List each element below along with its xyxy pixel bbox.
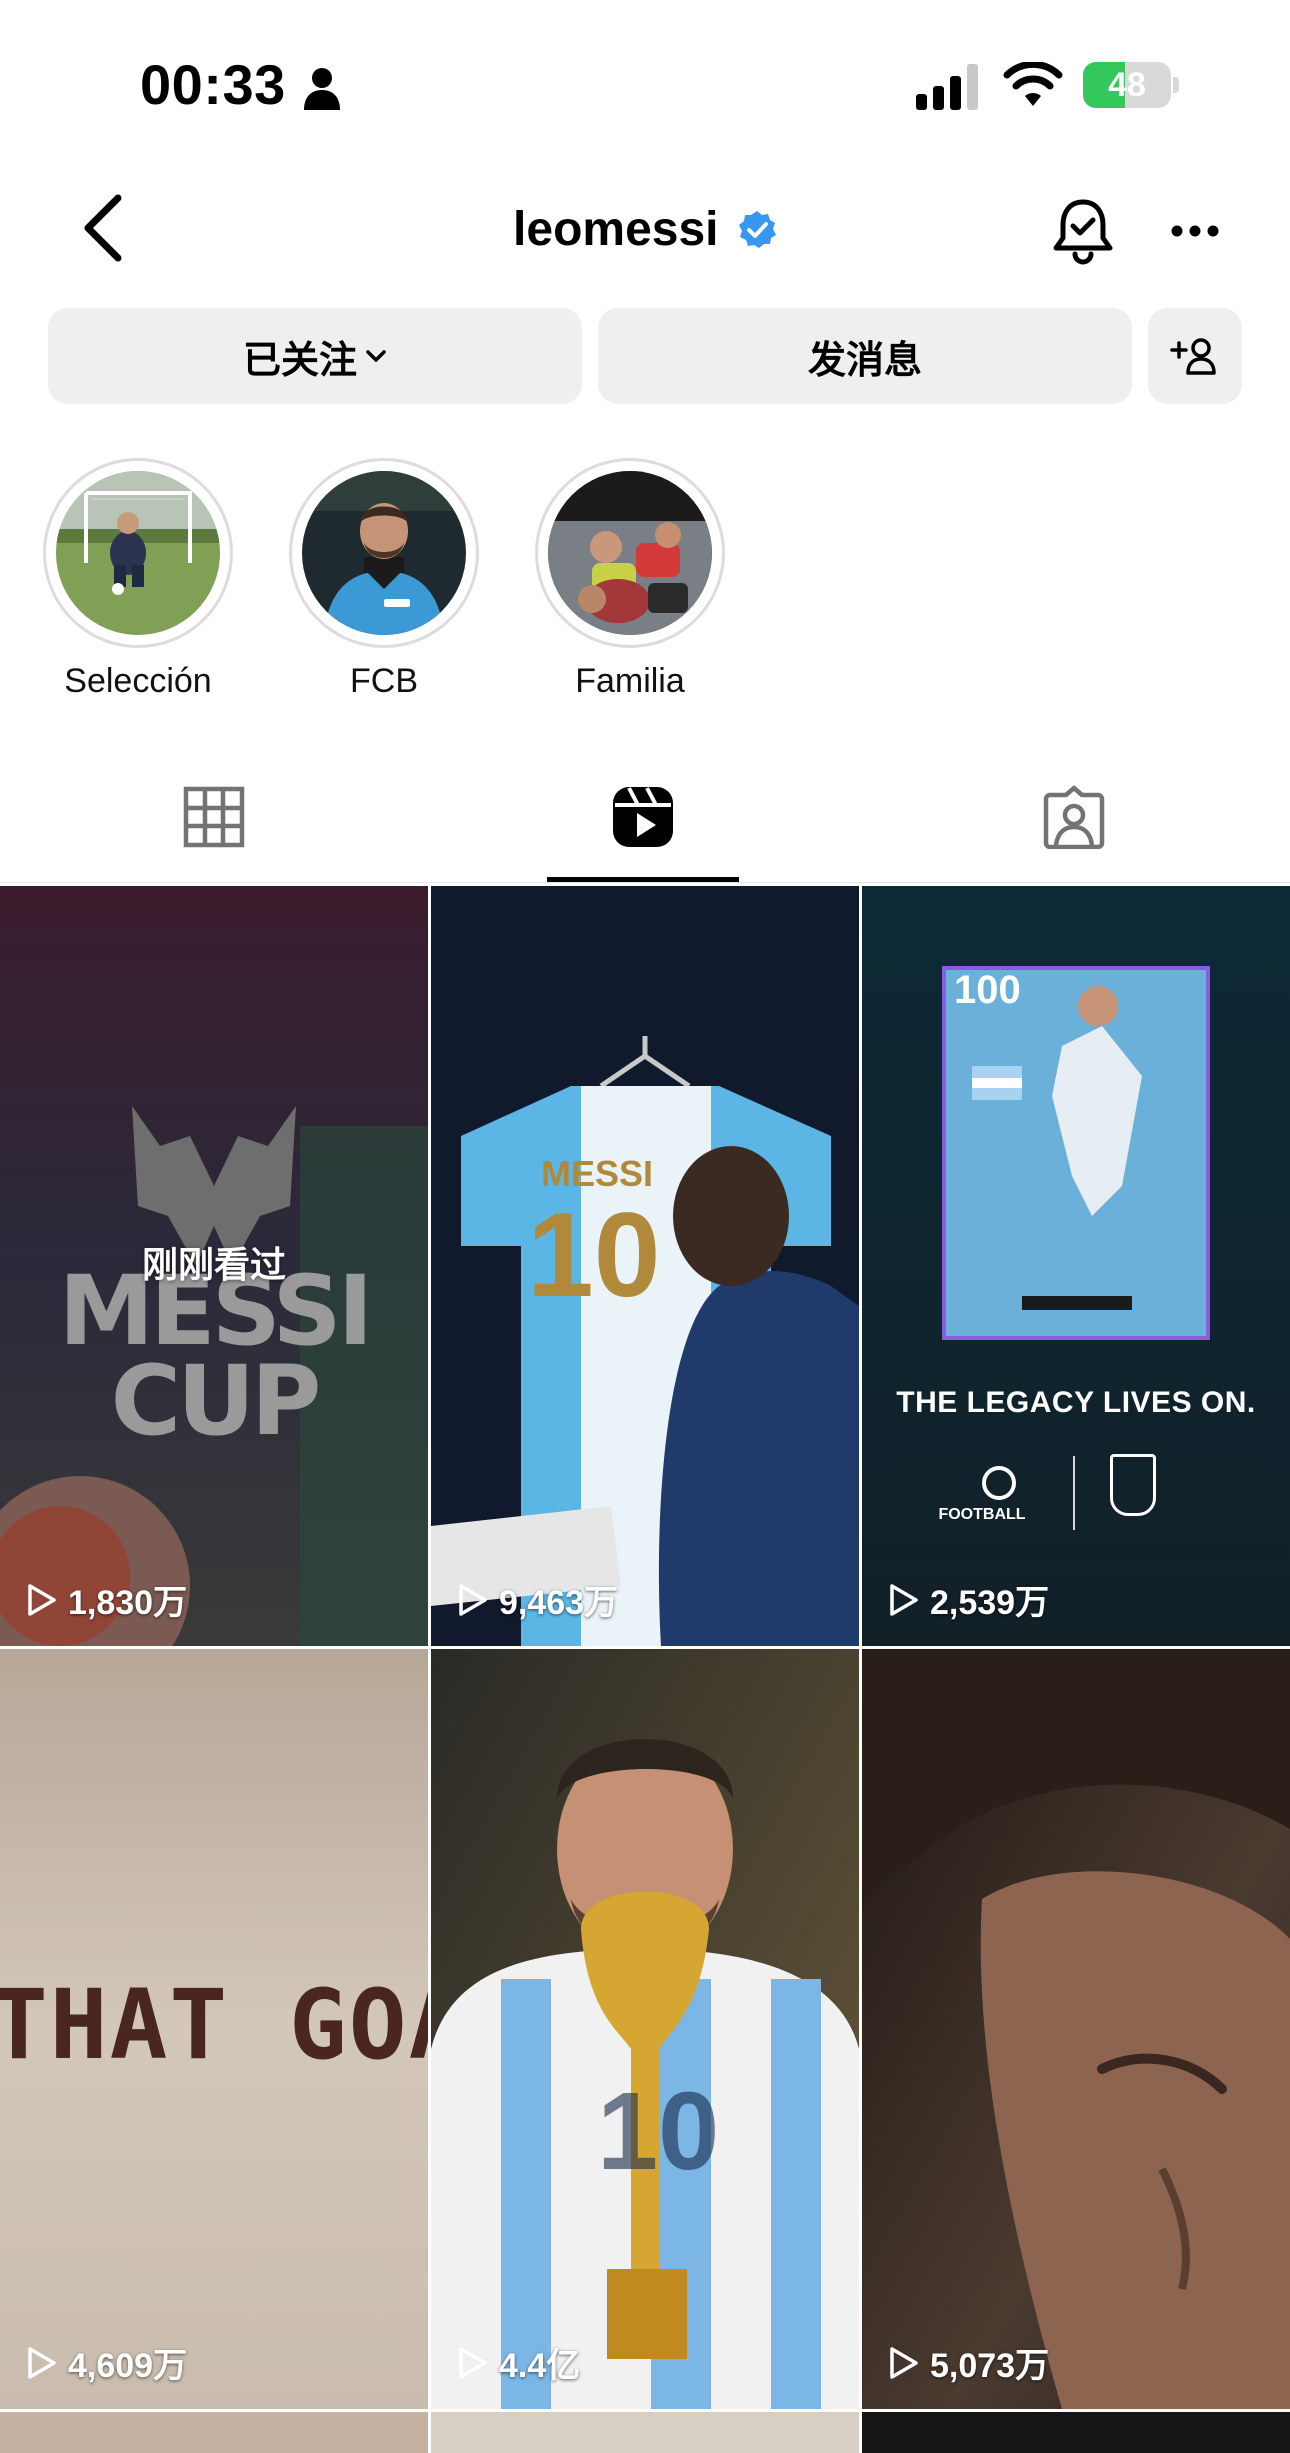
reel-tile[interactable]: 10 4.4亿 bbox=[431, 1649, 859, 2409]
reels-icon[interactable] bbox=[611, 785, 675, 849]
chevron-down-icon bbox=[366, 350, 386, 362]
reel-tile[interactable] bbox=[0, 2412, 428, 2453]
reel-thumbnail bbox=[862, 1649, 1290, 2409]
verified-badge-icon bbox=[738, 211, 776, 248]
highlight-cover-image bbox=[548, 471, 712, 635]
grid-icon[interactable] bbox=[182, 785, 246, 849]
suggest-people-button[interactable] bbox=[1148, 308, 1242, 404]
tagged-icon[interactable] bbox=[1042, 785, 1106, 849]
highlight-ring bbox=[43, 458, 233, 648]
view-count: 5,073万 bbox=[884, 2338, 1049, 2387]
battery-icon: 48 bbox=[1083, 62, 1179, 108]
view-count-text: 5,073万 bbox=[930, 2347, 1050, 2385]
view-count: 1,830万 bbox=[22, 1575, 187, 1624]
status-time: 00:33 bbox=[140, 53, 286, 116]
highlight-cover-image bbox=[56, 471, 220, 635]
efootball-logo-icon bbox=[982, 1466, 1016, 1500]
highlight-label: FCB bbox=[350, 662, 418, 700]
play-icon bbox=[890, 1583, 918, 1616]
message-button[interactable]: 发消息 bbox=[598, 308, 1132, 404]
reel-thumbnail: 10 MESSI bbox=[431, 886, 859, 1646]
reel-tile[interactable] bbox=[431, 2412, 859, 2453]
message-label: 发消息 bbox=[807, 339, 922, 382]
bell-icon[interactable] bbox=[1050, 196, 1116, 266]
play-icon bbox=[28, 2346, 56, 2379]
username: leomessi bbox=[513, 203, 719, 256]
highlight-ring bbox=[289, 458, 479, 648]
play-icon bbox=[28, 1583, 56, 1616]
reel-tile[interactable]: 5,073万 bbox=[862, 1649, 1290, 2409]
brand-label: FOOTBALL bbox=[938, 1506, 1026, 1523]
afa-crest-icon bbox=[1110, 1454, 1156, 1516]
reel-thumbnail: 10 bbox=[431, 1649, 859, 2409]
reel-tile[interactable] bbox=[862, 2412, 1290, 2453]
svg-text:10: 10 bbox=[597, 2070, 719, 2193]
highlight-familia[interactable]: Familia bbox=[535, 458, 725, 701]
more-icon[interactable] bbox=[1170, 224, 1220, 238]
view-count: 4.4亿 bbox=[453, 2338, 580, 2387]
view-count: 2,539万 bbox=[884, 1575, 1049, 1624]
reel-tile[interactable]: 100 THE LEGACY LIVES ON. FOOTBALL 2,539万 bbox=[862, 886, 1290, 1646]
reel-thumbnail bbox=[862, 886, 1290, 1646]
play-icon bbox=[890, 2346, 918, 2379]
highlight-fcb[interactable]: FCB bbox=[289, 458, 479, 701]
view-count: 4,609万 bbox=[22, 2338, 187, 2387]
highlight-ring bbox=[535, 458, 725, 648]
reel-tile[interactable]: THAT GOAL 4,609万 bbox=[0, 1649, 428, 2409]
view-count-text: 4.4亿 bbox=[499, 2347, 581, 2385]
divider bbox=[1073, 1456, 1075, 1530]
play-icon bbox=[459, 1583, 487, 1616]
add-person-icon bbox=[1170, 338, 1216, 375]
tab-divider bbox=[0, 882, 1290, 883]
status-bar: 00:33 48 bbox=[0, 0, 1290, 170]
card-number: 100 bbox=[954, 968, 1021, 1012]
following-button[interactable]: 已关注 bbox=[48, 308, 582, 404]
play-icon bbox=[459, 2346, 487, 2379]
svg-text:MESSI: MESSI bbox=[541, 1153, 653, 1194]
reel-tile[interactable]: 10 MESSI 9,463万 bbox=[431, 886, 859, 1646]
view-count-text: 9,463万 bbox=[499, 1584, 619, 1622]
view-count-text: 4,609万 bbox=[68, 2347, 188, 2385]
view-count: 9,463万 bbox=[453, 1575, 618, 1624]
reel-caption: THAT GOAL bbox=[0, 1969, 428, 2081]
reel-caption: MESSI CUP bbox=[58, 1255, 374, 1457]
signal-icon bbox=[916, 64, 978, 110]
highlight-seleccion[interactable]: Selección bbox=[43, 458, 233, 701]
person-icon bbox=[304, 68, 340, 110]
watched-label: 刚刚看过 bbox=[141, 1244, 286, 1285]
reel-tile[interactable]: MESSI CUP 刚刚看过 1,830万 bbox=[0, 886, 428, 1646]
wifi-icon bbox=[1003, 62, 1063, 106]
view-count-text: 2,539万 bbox=[930, 1584, 1050, 1622]
highlight-label: Familia bbox=[575, 662, 685, 700]
highlight-cover-image bbox=[302, 471, 466, 635]
following-label: 已关注 bbox=[242, 339, 357, 382]
highlight-label: Selección bbox=[64, 662, 212, 700]
svg-text:10: 10 bbox=[527, 1188, 660, 1322]
view-count-text: 1,830万 bbox=[68, 1584, 188, 1622]
battery-percent: 48 bbox=[1108, 66, 1146, 104]
reel-caption: THE LEGACY LIVES ON. bbox=[896, 1386, 1256, 1419]
